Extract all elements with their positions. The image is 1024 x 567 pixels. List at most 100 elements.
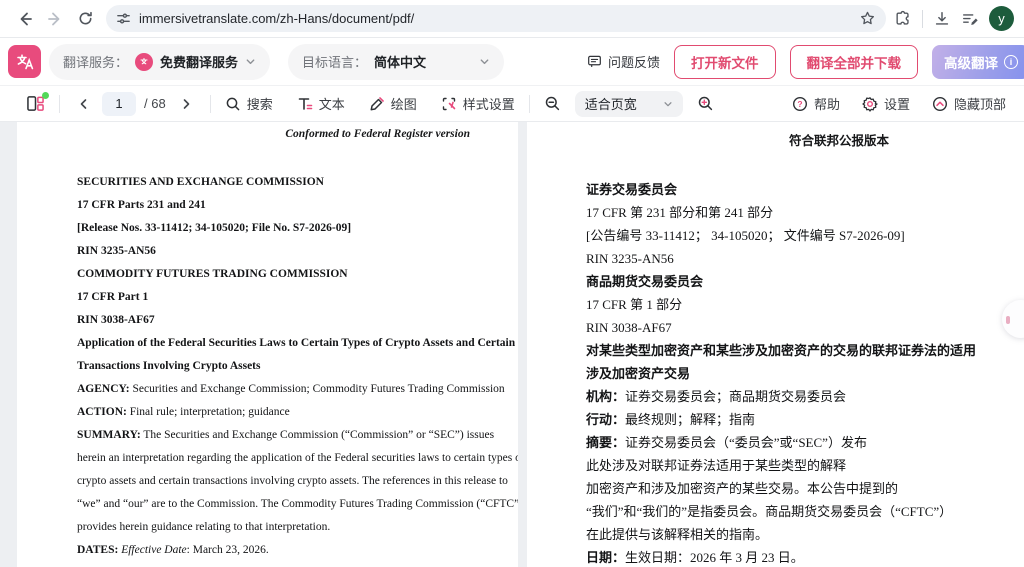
text-tool-label: 文本 [319,94,345,113]
style-settings-button[interactable]: 样式设置 [441,94,515,113]
hide-top-label: 隐藏顶部 [954,94,1006,113]
extensions-icon[interactable] [894,10,912,28]
doc-line: 17 CFR Parts 231 and 241 [77,194,470,217]
doc-line: 加密资产和涉及加密资产的某些交易。本公告中提到的 [586,477,1004,500]
help-label: 帮助 [814,94,840,113]
target-language-label: 目标语言： [302,52,367,71]
doc-line: 商品期货交易委员会 [586,270,1004,293]
immersive-translate-logo-icon[interactable] [8,45,41,78]
doc-line: “我们”和“我们的”是指委员会。商品期货交易委员会（“CFTC”） [586,500,1004,523]
translate-all-download-button[interactable]: 翻译全部并下载 [790,45,919,79]
url-text[interactable]: immersivetranslate.com/zh-Hans/document/… [139,11,851,26]
settings-button[interactable]: 设置 [862,94,910,113]
open-new-file-button[interactable]: 打开新文件 [674,45,776,79]
viewer-gutter [0,122,17,567]
search-label: 搜索 [247,94,273,113]
settings-label: 设置 [884,94,910,113]
doc-line: RIN 3038-AF67 [77,309,470,332]
translate-toolbar: 翻译服务： 免费翻译服务 目标语言： 简体中文 问题反馈 打开新文件 [0,38,1024,86]
doc-line: 证券交易委员会 [586,178,1004,201]
bookmark-star-icon[interactable] [859,10,876,27]
doc-line: provides herein guidance relating to tha… [77,516,470,539]
style-settings-label: 样式设置 [463,94,515,113]
pdf-toolbar: 1 / 68 搜索 文本 绘图 样式设置 [0,86,1024,122]
doc-line: Application of the Federal Securities La… [77,332,470,355]
doc-line: 涉及加密资产交易 [586,362,1004,385]
doc-line: SUMMARY: The Securities and Exchange Com… [77,424,470,447]
doc-line: 17 CFR Part 1 [77,286,470,309]
browser-toolbar: immersivetranslate.com/zh-Hans/document/… [0,0,1024,38]
zoom-out-icon[interactable] [544,95,561,112]
draw-tool-button[interactable]: 绘图 [369,94,417,113]
toolbar-divider [922,10,923,28]
doc-line: 摘要：证券交易委员会（“委员会”或“SEC”）发布 [586,431,1004,454]
reload-icon[interactable] [70,4,100,34]
chevron-down-icon [245,56,256,67]
translated-page: 符合联邦公报版本 证券交易委员会17 CFR 第 231 部分和第 241 部分… [527,122,1024,567]
service-provider-icon [135,53,153,71]
doc-line: “we” and “our” are to the Commission. Th… [77,493,470,516]
doc-line: 17 CFR 第 231 部分和第 241 部分 [586,201,1004,224]
reading-list-icon[interactable] [961,10,979,28]
original-text-block: SECURITIES AND EXCHANGE COMMISSION17 CFR… [77,171,470,562]
forward-icon[interactable] [40,4,70,34]
advanced-translate-button[interactable]: 高级翻译 i [932,45,1024,79]
doc-line: [Release Nos. 33-11412; 34-105020; File … [77,217,470,240]
target-language-value: 简体中文 [374,52,426,71]
chevron-down-icon [479,56,490,67]
profile-avatar[interactable]: y [989,6,1014,31]
next-page-icon[interactable] [176,98,196,110]
feedback-label: 问题反馈 [608,52,660,71]
advanced-translate-label: 高级翻译 [944,52,998,72]
doc-line: herein an interpretation regarding the a… [77,447,470,470]
page-number-input[interactable]: 1 [102,92,136,116]
page-header-note: 符合联邦公报版本 [586,130,889,149]
hide-top-button[interactable]: 隐藏顶部 [932,94,1006,113]
thumbnail-panel-toggle[interactable] [26,95,45,112]
draw-tool-label: 绘图 [391,94,417,113]
chevron-down-icon [663,99,673,109]
service-label: 翻译服务： [63,52,128,71]
service-value: 免费翻译服务 [160,52,238,71]
doc-line: DATES: Effective Date: March 23, 2026. [77,539,470,562]
page-gap [518,122,527,567]
site-settings-icon[interactable] [116,11,131,26]
doc-line: COMMODITY FUTURES TRADING COMMISSION [77,263,470,286]
doc-line: [公告编号 33-11412； 34-105020； 文件编号 S7-2026-… [586,224,1004,247]
help-button[interactable]: ? 帮助 [792,94,840,113]
doc-line: Transactions Involving Crypto Assets [77,355,470,378]
doc-line: RIN 3038-AF67 [586,316,1004,339]
zoom-mode-value: 适合页宽 [585,94,637,113]
back-icon[interactable] [10,4,40,34]
doc-line: 行动：最终规则；解释；指南 [586,408,1004,431]
doc-line: 机构：证券交易委员会；商品期货交易委员会 [586,385,1004,408]
zoom-mode-select[interactable]: 适合页宽 [575,91,683,117]
browser-window: immersivetranslate.com/zh-Hans/document/… [0,0,1024,567]
text-tool-button[interactable]: 文本 [297,94,345,113]
translated-text-block: 证券交易委员会17 CFR 第 231 部分和第 241 部分[公告编号 33-… [586,178,1004,567]
translate-service-select[interactable]: 翻译服务： 免费翻译服务 [49,44,270,80]
doc-line: 对某些类型加密资产和某些涉及加密资产的交易的联邦证券法的适用 [586,339,1004,362]
doc-line: SECURITIES AND EXCHANGE COMMISSION [77,171,470,194]
doc-line: RIN 3235-AN56 [586,247,1004,270]
svg-text:?: ? [797,99,802,109]
original-page: Conformed to Federal Register version SE… [17,122,518,567]
doc-line: ACTION: Final rule; interpretation; guid… [77,401,470,424]
doc-line: 日期：生效日期：2026 年 3 月 23 日。 [586,546,1004,567]
page-total: / 68 [144,96,166,111]
download-icon[interactable] [933,10,951,28]
info-icon: i [1004,55,1018,69]
feedback-icon [587,54,602,69]
previous-page-icon[interactable] [74,98,94,110]
feedback-button[interactable]: 问题反馈 [587,52,660,71]
translate-actions: 问题反馈 打开新文件 翻译全部并下载 高级翻译 i [587,45,1016,79]
doc-line: RIN 3235-AN56 [77,240,470,263]
search-button[interactable]: 搜索 [225,94,273,113]
page-header-note: Conformed to Federal Register version [77,128,470,140]
zoom-in-icon[interactable] [697,95,714,112]
target-language-select[interactable]: 目标语言： 简体中文 [288,44,504,80]
doc-line: AGENCY: Securities and Exchange Commissi… [77,378,470,401]
doc-line: 17 CFR 第 1 部分 [586,293,1004,316]
address-bar[interactable]: immersivetranslate.com/zh-Hans/document/… [106,5,886,32]
pdf-viewer: Conformed to Federal Register version SE… [0,122,1024,567]
